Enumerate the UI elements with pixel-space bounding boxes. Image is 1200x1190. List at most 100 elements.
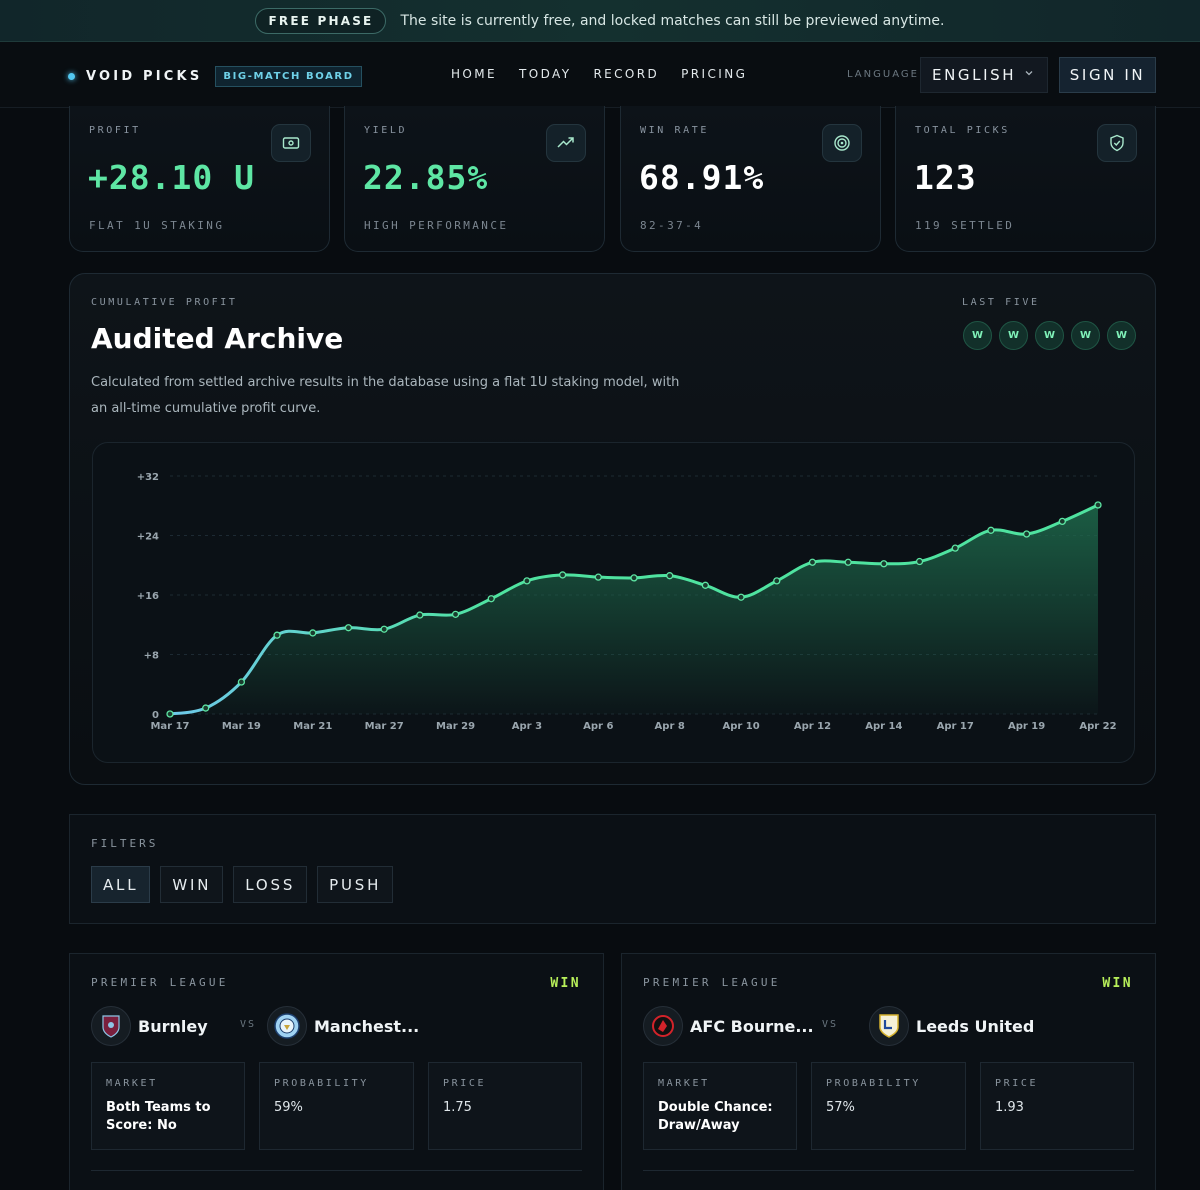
data-point[interactable]: [987, 526, 995, 534]
filters-panel: FILTERS ALL WIN LOSS PUSH: [69, 814, 1156, 924]
filter-win-button[interactable]: WIN: [160, 866, 224, 903]
data-point[interactable]: [451, 610, 460, 618]
stat-sub: 119 SETTLED: [915, 219, 1015, 232]
brand-name: VOID PICKS: [86, 69, 203, 84]
nav-link-pricing[interactable]: PRICING: [681, 67, 747, 81]
versus-label: VS: [822, 1019, 839, 1030]
x-tick-label: Apr 3: [512, 721, 542, 732]
brand[interactable]: VOID PICKS BIG-MATCH BOARD: [68, 66, 362, 87]
versus-label: VS: [240, 1019, 257, 1030]
probability-cell: PROBABILITY 59%: [259, 1062, 414, 1150]
data-point[interactable]: [808, 558, 817, 566]
language-select[interactable]: ENGLISH: [920, 57, 1048, 93]
top-navigation: VOID PICKS BIG-MATCH BOARD HOME TODAY RE…: [0, 42, 1200, 108]
x-tick-label: Apr 14: [865, 721, 902, 732]
result-badge: W: [1071, 321, 1100, 350]
match-card[interactable]: PREMIER LEAGUE WIN Burnley VS Manchest..…: [69, 953, 604, 1190]
x-tick-label: Apr 17: [937, 721, 974, 732]
data-point[interactable]: [344, 624, 353, 632]
leeds-crest-icon: [869, 1006, 909, 1046]
home-team-name: AFC Bourne...: [690, 1016, 814, 1036]
chart-svg: 0 +8 +16 +24 +32 Mar 17 Mar 19 Mar 21 Mar 27 Mar …: [137, 472, 1117, 732]
nav-link-home[interactable]: HOME: [451, 67, 497, 81]
x-tick-label: Mar 29: [436, 721, 475, 732]
data-point[interactable]: [202, 704, 210, 712]
stat-card-total-picks: TOTAL PICKS 123 119 SETTLED: [895, 106, 1156, 252]
archive-kicker: CUMULATIVE PROFIT: [91, 297, 238, 308]
data-point[interactable]: [237, 678, 246, 686]
data-point[interactable]: [915, 557, 924, 566]
free-phase-pill: FREE PHASE: [255, 7, 387, 34]
data-point[interactable]: [309, 629, 317, 637]
data-point[interactable]: [737, 593, 745, 601]
stat-card-profit: PROFIT +28.10 U FLAT 1U STAKING: [69, 106, 330, 252]
data-point[interactable]: [701, 581, 710, 589]
market-cell: MARKET Both Teams to Score: No: [91, 1062, 245, 1150]
stat-sub: 82-37-4: [640, 219, 704, 232]
brand-dot-icon: [68, 73, 75, 80]
filter-loss-button[interactable]: LOSS: [233, 866, 308, 903]
cash-icon: [271, 124, 311, 162]
market-label: MARKET: [658, 1078, 710, 1089]
brand-tag: BIG-MATCH BOARD: [215, 66, 362, 87]
probability-label: PROBABILITY: [826, 1078, 921, 1089]
price-value: 1.75: [443, 1100, 472, 1115]
result-badge: W: [999, 321, 1028, 350]
data-point[interactable]: [630, 574, 638, 582]
burnley-crest-icon: [91, 1006, 131, 1046]
x-tick-label: Apr 22: [1079, 721, 1116, 732]
archive-description: Calculated from settled archive results …: [91, 375, 680, 416]
data-point[interactable]: [166, 710, 174, 718]
x-tick-label: Apr 8: [655, 721, 685, 732]
x-tick-label: Apr 12: [794, 721, 831, 732]
away-team-name: Leeds United: [916, 1016, 1035, 1036]
sign-in-button[interactable]: SIGN IN: [1059, 57, 1156, 93]
man-city-crest-icon: [267, 1006, 307, 1046]
filters-label: FILTERS: [91, 837, 159, 850]
price-value: 1.93: [995, 1100, 1024, 1115]
y-tick-label: +8: [144, 651, 159, 662]
data-point[interactable]: [273, 631, 281, 639]
nav-link-record[interactable]: RECORD: [593, 67, 659, 81]
stat-value: 68.91%: [639, 158, 765, 197]
data-point[interactable]: [416, 611, 424, 619]
banner-message: The site is currently free, and locked m…: [400, 12, 945, 29]
main-menu: HOME TODAY RECORD PRICING: [451, 67, 747, 81]
cumulative-profit-chart: 0 +8 +16 +24 +32 Mar 17 Mar 19 Mar 21 Mar 27 Mar …: [92, 442, 1135, 763]
data-point[interactable]: [1022, 530, 1031, 538]
stat-sub: HIGH PERFORMANCE: [364, 219, 509, 232]
filter-push-button[interactable]: PUSH: [317, 866, 394, 903]
data-point[interactable]: [880, 560, 888, 568]
away-team-name: Manchest...: [314, 1016, 420, 1036]
data-point[interactable]: [487, 595, 495, 603]
data-point[interactable]: [844, 558, 852, 566]
market-value: Double Chance: Draw/Away: [658, 1100, 773, 1133]
data-point[interactable]: [594, 573, 602, 581]
data-point[interactable]: [558, 571, 567, 579]
data-point[interactable]: [1058, 517, 1066, 526]
probability-cell: PROBABILITY 57%: [811, 1062, 966, 1150]
market-label: MARKET: [106, 1078, 158, 1089]
x-tick-label: Mar 19: [222, 721, 261, 732]
match-card[interactable]: PREMIER LEAGUE WIN AFC Bourne... VS Leed…: [621, 953, 1156, 1190]
result-badge: W: [1107, 321, 1136, 350]
data-point[interactable]: [380, 625, 388, 633]
audited-archive-panel: CUMULATIVE PROFIT Audited Archive Calcul…: [69, 273, 1156, 785]
data-point[interactable]: [951, 544, 959, 552]
data-point[interactable]: [666, 572, 674, 580]
target-icon: [822, 124, 862, 162]
home-team-name: Burnley: [138, 1016, 208, 1036]
filter-all-button[interactable]: ALL: [91, 866, 151, 903]
price-label: PRICE: [443, 1078, 487, 1089]
data-point[interactable]: [523, 577, 531, 585]
y-tick-label: 0: [152, 710, 159, 721]
stat-value: 22.85%: [363, 158, 489, 197]
probability-value: 57%: [826, 1100, 855, 1115]
y-tick-label: +16: [137, 591, 159, 602]
data-point[interactable]: [1094, 501, 1102, 509]
price-cell: PRICE 1.75: [428, 1062, 582, 1150]
nav-link-today[interactable]: TODAY: [519, 67, 571, 81]
filter-buttons: ALL WIN LOSS PUSH: [91, 866, 394, 903]
y-tick-label: +24: [137, 532, 159, 543]
data-point[interactable]: [773, 577, 781, 585]
